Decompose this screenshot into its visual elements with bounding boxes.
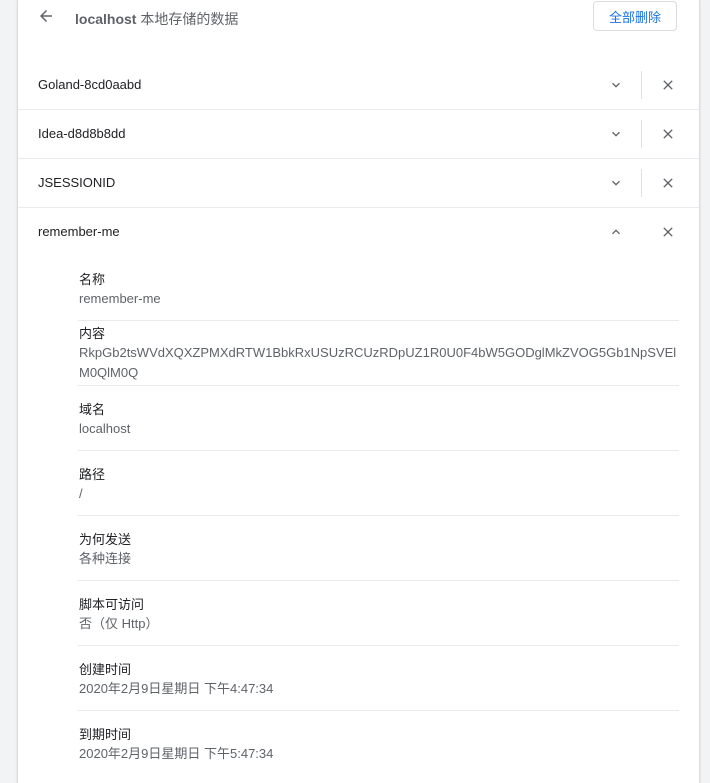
detail-name: 名称 remember-me	[78, 269, 679, 321]
collapse-button[interactable]	[604, 220, 628, 244]
expand-button[interactable]	[604, 171, 628, 195]
detail-domain: 域名 localhost	[78, 399, 679, 451]
detail-created: 创建时间 2020年2月9日星期日 下午4:47:34	[78, 659, 679, 711]
detail-value: 2020年2月9日星期日 下午5:47:34	[79, 746, 274, 761]
detail-value: 否（仅 Http）	[79, 616, 159, 631]
detail-label: 到期时间	[79, 727, 132, 742]
detail-content: 内容 RkpGb2tsWVdXQXZPMXdRTW1BbkRxUSUzRCUzR…	[78, 323, 679, 386]
cookie-name: Idea-d8d8b8dd	[38, 126, 126, 141]
close-icon	[660, 224, 676, 240]
page-title-suffix: 本地存储的数据	[140, 11, 239, 27]
detail-path: 路径 /	[78, 464, 679, 516]
chevron-down-icon	[608, 77, 624, 93]
close-icon	[660, 77, 676, 93]
cookie-row[interactable]: Idea-d8d8b8dd	[18, 110, 699, 159]
page-title: localhost 本地存储的数据	[75, 9, 238, 29]
detail-value: remember-me	[79, 291, 161, 306]
detail-value: 2020年2月9日星期日 下午4:47:34	[79, 681, 274, 696]
remove-all-button[interactable]: 全部删除	[593, 1, 677, 31]
detail-send-for: 为何发送 各种连接	[78, 529, 679, 581]
detail-label: 路径	[79, 467, 106, 482]
cookie-row-expanded[interactable]: remember-me	[18, 208, 699, 257]
detail-label: 域名	[79, 402, 106, 417]
chevron-down-icon	[608, 126, 624, 142]
remove-cookie-button[interactable]	[656, 73, 680, 97]
back-button[interactable]	[34, 4, 58, 28]
detail-label: 创建时间	[79, 662, 132, 677]
divider	[641, 71, 642, 99]
remove-cookie-button[interactable]	[656, 171, 680, 195]
cookie-row[interactable]: JSESSIONID	[18, 159, 699, 208]
divider	[641, 169, 642, 197]
cookie-name: JSESSIONID	[38, 175, 116, 190]
arrow-back-icon	[37, 7, 55, 25]
chevron-down-icon	[608, 175, 624, 191]
detail-label: 内容	[79, 326, 106, 341]
cookie-name: Goland-8cd0aabd	[38, 77, 142, 92]
detail-label: 脚本可访问	[79, 597, 145, 612]
remove-cookie-button[interactable]	[656, 220, 680, 244]
site-host: localhost	[75, 11, 137, 27]
cookie-detail-card: localhost 本地存储的数据 全部删除 Goland-8cd0aabd I…	[17, 0, 700, 783]
divider	[641, 120, 642, 148]
detail-value: localhost	[79, 421, 131, 436]
expand-button[interactable]	[604, 122, 628, 146]
detail-label: 为何发送	[79, 532, 132, 547]
cookie-row[interactable]: Goland-8cd0aabd	[18, 61, 699, 110]
detail-label: 名称	[79, 272, 106, 287]
chevron-up-icon	[608, 224, 624, 240]
page-header: localhost 本地存储的数据 全部删除	[18, 0, 699, 36]
detail-value: RkpGb2tsWVdXQXZPMXdRTW1BbkRxUSUzRCUzRDpU…	[79, 345, 677, 380]
detail-expires: 到期时间 2020年2月9日星期日 下午5:47:34	[78, 724, 679, 776]
remove-cookie-button[interactable]	[656, 122, 680, 146]
detail-value: 各种连接	[79, 551, 132, 566]
close-icon	[660, 175, 676, 191]
expand-button[interactable]	[604, 73, 628, 97]
detail-script-access: 脚本可访问 否（仅 Http）	[78, 594, 679, 646]
detail-value: /	[79, 486, 83, 501]
cookie-name: remember-me	[38, 224, 120, 239]
close-icon	[660, 126, 676, 142]
